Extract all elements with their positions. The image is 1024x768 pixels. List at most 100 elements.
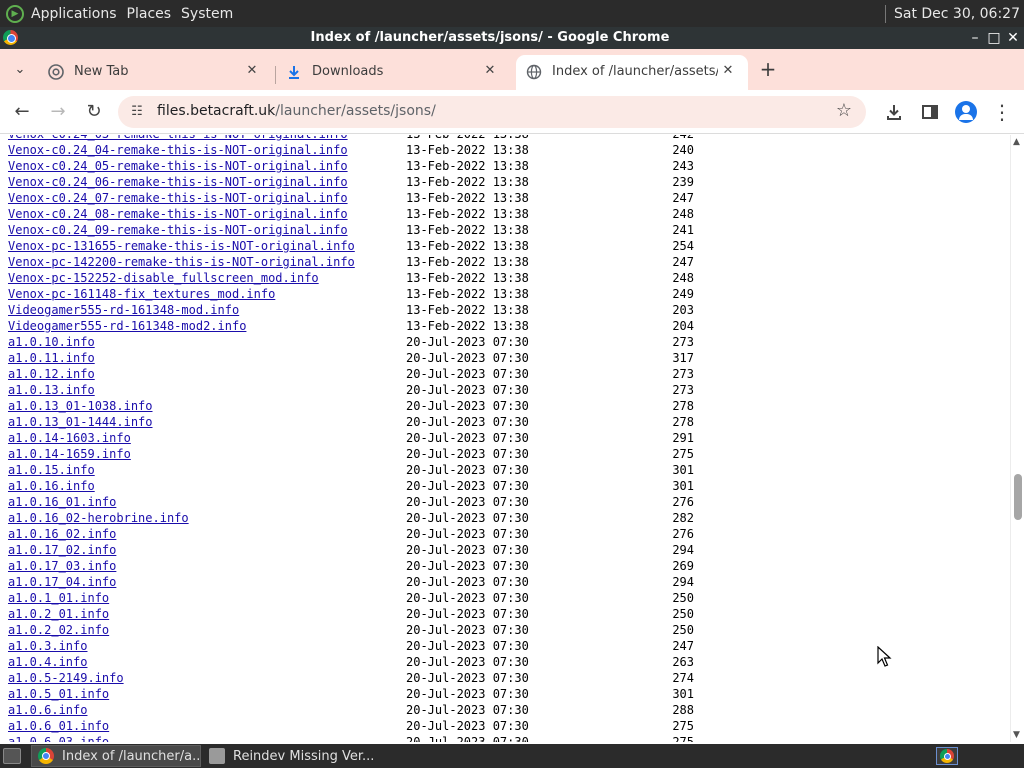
reload-button[interactable]: ↻: [83, 101, 105, 123]
file-date: 20-Jul-2023 07:30: [406, 383, 529, 397]
file-link[interactable]: a1.0.13_01-1444.info: [8, 414, 153, 430]
file-date: 13-Feb-2022 13:38: [406, 223, 529, 237]
file-link[interactable]: a1.0.17_02.info: [8, 542, 116, 558]
file-size: 273: [672, 367, 694, 381]
file-size: 301: [672, 479, 694, 493]
file-link[interactable]: a1.0.6_01.info: [8, 718, 109, 734]
file-link[interactable]: a1.0.6_03.info: [8, 734, 109, 742]
file-link[interactable]: a1.0.5-2149.info: [8, 670, 124, 686]
chrome-menu-icon[interactable]: ⋮: [991, 101, 1013, 123]
taskbar-item-file-manager[interactable]: Reindev Missing Ver...: [203, 745, 373, 767]
side-panel-icon[interactable]: [920, 102, 940, 122]
file-link[interactable]: a1.0.2_01.info: [8, 606, 109, 622]
vertical-scrollbar[interactable]: ▲ ▼: [1010, 135, 1024, 742]
taskbar-item-chrome[interactable]: Index of /launcher/a...: [31, 745, 201, 767]
file-link[interactable]: a1.0.3.info: [8, 638, 87, 654]
file-link[interactable]: a1.0.13_01-1038.info: [8, 398, 153, 414]
show-desktop-icon[interactable]: [3, 748, 21, 764]
file-link[interactable]: Venox-c0.24_07-remake-this-is-NOT-origin…: [8, 190, 348, 206]
close-tab-icon[interactable]: ✕: [720, 63, 736, 79]
file-date: 20-Jul-2023 07:30: [406, 479, 529, 493]
distro-logo-icon[interactable]: ▶: [6, 4, 24, 23]
minimize-icon[interactable]: –: [966, 29, 984, 47]
file-link[interactable]: Venox-pc-131655-remake-this-is-NOT-origi…: [8, 238, 355, 254]
file-date: 20-Jul-2023 07:30: [406, 511, 529, 525]
file-link[interactable]: Venox-c0.24_03-remake-this-is-NOT-origin…: [8, 135, 348, 142]
mouse-cursor-icon: [877, 646, 892, 667]
maximize-icon[interactable]: □: [985, 29, 1003, 47]
tab-new-tab[interactable]: New Tab ✕: [38, 55, 272, 90]
file-link[interactable]: Venox-c0.24_09-remake-this-is-NOT-origin…: [8, 222, 348, 238]
file-date: 20-Jul-2023 07:30: [406, 351, 529, 365]
file-link[interactable]: a1.0.15.info: [8, 462, 95, 478]
file-link[interactable]: a1.0.1_01.info: [8, 590, 109, 606]
file-link[interactable]: a1.0.16_01.info: [8, 494, 116, 510]
downloads-icon[interactable]: [884, 102, 904, 122]
file-link[interactable]: Videogamer555-rd-161348-mod2.info: [8, 318, 246, 334]
forward-button[interactable]: →: [47, 101, 69, 123]
file-size: 275: [672, 719, 694, 733]
close-tab-icon[interactable]: ✕: [482, 63, 498, 79]
site-info-icon[interactable]: ☷: [128, 103, 146, 121]
file-link[interactable]: Videogamer555-rd-161348-mod.info: [8, 302, 239, 318]
file-link[interactable]: a1.0.5_01.info: [8, 686, 109, 702]
tab-label: New Tab: [74, 64, 129, 79]
file-link[interactable]: a1.0.14-1603.info: [8, 430, 131, 446]
file-date: 20-Jul-2023 07:30: [406, 543, 529, 557]
file-link[interactable]: a1.0.10.info: [8, 334, 95, 350]
scroll-up-icon[interactable]: ▲: [1013, 137, 1020, 147]
file-link[interactable]: Venox-pc-161148-fix_textures_mod.info: [8, 286, 275, 302]
tray-chrome-icon[interactable]: [936, 747, 958, 765]
tab-search-icon[interactable]: ⌄: [10, 60, 30, 80]
file-link[interactable]: Venox-pc-152252-disable_fullscreen_mod.i…: [8, 270, 319, 286]
file-link[interactable]: a1.0.17_04.info: [8, 574, 116, 590]
file-link[interactable]: a1.0.4.info: [8, 654, 87, 670]
applications-menu[interactable]: Applications: [31, 6, 117, 22]
file-size: 275: [672, 447, 694, 461]
file-link[interactable]: a1.0.6.info: [8, 702, 87, 718]
url-host: files.betacraft.uk: [157, 103, 276, 119]
file-date: 20-Jul-2023 07:30: [406, 623, 529, 637]
close-tab-icon[interactable]: ✕: [244, 63, 260, 79]
file-size: 282: [672, 511, 694, 525]
scroll-down-icon[interactable]: ▼: [1013, 730, 1020, 740]
panel-separator: [884, 4, 886, 23]
file-link[interactable]: a1.0.11.info: [8, 350, 95, 366]
places-menu[interactable]: Places: [127, 6, 172, 22]
new-tab-button[interactable]: +: [757, 58, 779, 80]
file-link[interactable]: a1.0.17_03.info: [8, 558, 116, 574]
url-text[interactable]: files.betacraft.uk/launcher/assets/jsons…: [157, 103, 436, 119]
file-size: 247: [672, 191, 694, 205]
taskbar: Index of /launcher/a... Reindev Missing …: [0, 744, 1024, 768]
clock[interactable]: Sat Dec 30, 06:27: [894, 6, 1020, 22]
file-date: 13-Feb-2022 13:38: [406, 159, 529, 173]
file-link[interactable]: Venox-c0.24_04-remake-this-is-NOT-origin…: [8, 142, 348, 158]
tab-downloads[interactable]: Downloads ✕: [276, 55, 510, 90]
file-size: 242: [662, 135, 694, 142]
file-link[interactable]: a1.0.13.info: [8, 382, 95, 398]
file-link[interactable]: a1.0.16_02-herobrine.info: [8, 510, 189, 526]
file-link[interactable]: Venox-pc-142200-remake-this-is-NOT-origi…: [8, 254, 355, 270]
address-bar[interactable]: ☷ files.betacraft.uk/launcher/assets/jso…: [118, 96, 866, 128]
bookmark-star-icon[interactable]: ☆: [834, 101, 854, 121]
file-link[interactable]: a1.0.16_02.info: [8, 526, 116, 542]
file-link[interactable]: a1.0.12.info: [8, 366, 95, 382]
file-link[interactable]: a1.0.2_02.info: [8, 622, 109, 638]
tab-index-of-jsons[interactable]: Index of /launcher/assets/jsons/ ✕: [516, 55, 748, 90]
tab-label: Index of /launcher/assets/jsons/: [552, 64, 718, 79]
panel-menus: ▶ Applications Places System: [6, 0, 243, 27]
taskbar-item-label: Reindev Missing Ver...: [233, 748, 373, 764]
file-link[interactable]: a1.0.14-1659.info: [8, 446, 131, 462]
close-window-icon[interactable]: ✕: [1004, 29, 1022, 47]
file-link[interactable]: Venox-c0.24_05-remake-this-is-NOT-origin…: [8, 158, 348, 174]
file-date: 20-Jul-2023 07:30: [406, 719, 529, 733]
back-button[interactable]: ←: [11, 101, 33, 123]
scrollbar-thumb[interactable]: [1014, 474, 1022, 520]
window-titlebar[interactable]: Index of /launcher/assets/jsons/ - Googl…: [0, 27, 1024, 49]
system-menu[interactable]: System: [181, 6, 233, 22]
file-link[interactable]: a1.0.16.info: [8, 478, 95, 494]
profile-avatar[interactable]: [955, 101, 977, 123]
file-link[interactable]: Venox-c0.24_08-remake-this-is-NOT-origin…: [8, 206, 348, 222]
file-link[interactable]: Venox-c0.24_06-remake-this-is-NOT-origin…: [8, 174, 348, 190]
file-date: 20-Jul-2023 07:30: [406, 447, 529, 461]
